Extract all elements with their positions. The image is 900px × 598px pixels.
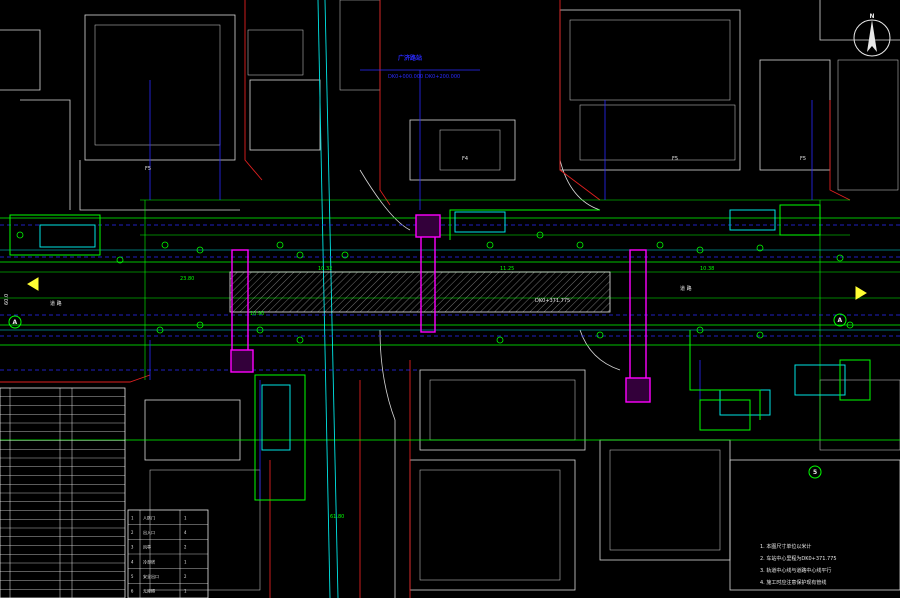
legend-cell: 2 bbox=[184, 545, 187, 550]
top-blue-label-1: 广济路站 bbox=[398, 54, 422, 62]
station-center-mileage: DK0+371.775 bbox=[535, 298, 570, 304]
dim-mid-2: 10.90 bbox=[250, 311, 264, 317]
dim-top-2: 11.25 bbox=[500, 266, 514, 272]
notes-block: 1. 本图尺寸单位以米计 2. 车站中心里程为DK0+371.775 3. 轨道… bbox=[760, 543, 837, 586]
left-axis-number: 60.0 bbox=[4, 294, 10, 305]
legend-cell: 4 bbox=[184, 530, 187, 535]
dim-top-3: 10.38 bbox=[700, 266, 714, 272]
station-box-hatched bbox=[230, 272, 610, 312]
legend-cell: 4 bbox=[131, 559, 134, 564]
building-label-f5-c: F5 bbox=[800, 156, 806, 162]
left-direction-arrow bbox=[28, 278, 38, 290]
legend-cell: 2 bbox=[184, 574, 187, 579]
left-index-table bbox=[0, 388, 125, 598]
top-blue-label-3: DK0+200.000 bbox=[425, 74, 460, 80]
legend-cell: 1 bbox=[184, 589, 187, 594]
legend-cell: 风亭 bbox=[143, 544, 151, 550]
cad-drawing-canvas: A A 5 N 广济路站 DK0+000.000 DK0+200.000 F5 … bbox=[0, 0, 900, 598]
legend-cell: 3 bbox=[131, 545, 134, 550]
right-axis-letter: A bbox=[838, 317, 843, 324]
road-label-left: 道 路 bbox=[50, 300, 62, 307]
north-compass: N bbox=[854, 13, 890, 56]
building-label-f4: F4 bbox=[462, 156, 468, 162]
legend-cell: 2 bbox=[131, 530, 134, 535]
top-blue-label-2: DK0+000.000 bbox=[388, 74, 423, 80]
bottom-axis-number: 5 bbox=[813, 469, 817, 476]
legend-cell: 6 bbox=[131, 589, 134, 594]
legend-cell: 人防门 bbox=[143, 514, 155, 520]
legend-cell: 安全出口 bbox=[143, 573, 159, 579]
legend-cell: 冷却塔 bbox=[143, 558, 155, 564]
legend-cell: 1 bbox=[184, 559, 187, 564]
building-label-f5-a: F5 bbox=[145, 166, 151, 172]
right-direction-arrow bbox=[856, 287, 866, 299]
legend-cell: 5 bbox=[131, 574, 134, 579]
note-line-2: 2. 车站中心里程为DK0+371.775 bbox=[760, 555, 837, 562]
legend-cell: 1 bbox=[131, 515, 134, 520]
note-line-3: 3. 轨道中心线与道路中心线平行 bbox=[760, 567, 831, 574]
compass-north-label: N bbox=[870, 13, 875, 20]
note-line-4: 4. 施工时应注意保护现有管线 bbox=[760, 579, 826, 586]
legend-cell: 1 bbox=[184, 515, 187, 520]
north-arrow-icon bbox=[867, 20, 877, 52]
legend-cell: 出入口 bbox=[143, 529, 155, 535]
legend-table: 1 人防门 1 2 出入口 4 3 风亭 2 4 冷却塔 1 5 安全出口 2 6 无障碍 1 bbox=[128, 510, 208, 598]
dim-mid-1: 23.80 bbox=[180, 276, 194, 282]
dim-bottom: 61.80 bbox=[330, 514, 344, 520]
note-line-1: 1. 本图尺寸单位以米计 bbox=[760, 543, 811, 550]
building-label-f5-b: F5 bbox=[672, 156, 678, 162]
left-axis-letter: A bbox=[13, 319, 18, 326]
legend-cell: 无障碍 bbox=[143, 588, 155, 594]
dim-top-1: 10.32 bbox=[318, 266, 332, 272]
road-label-right: 道 路 bbox=[680, 285, 692, 292]
green-passages bbox=[10, 205, 870, 500]
